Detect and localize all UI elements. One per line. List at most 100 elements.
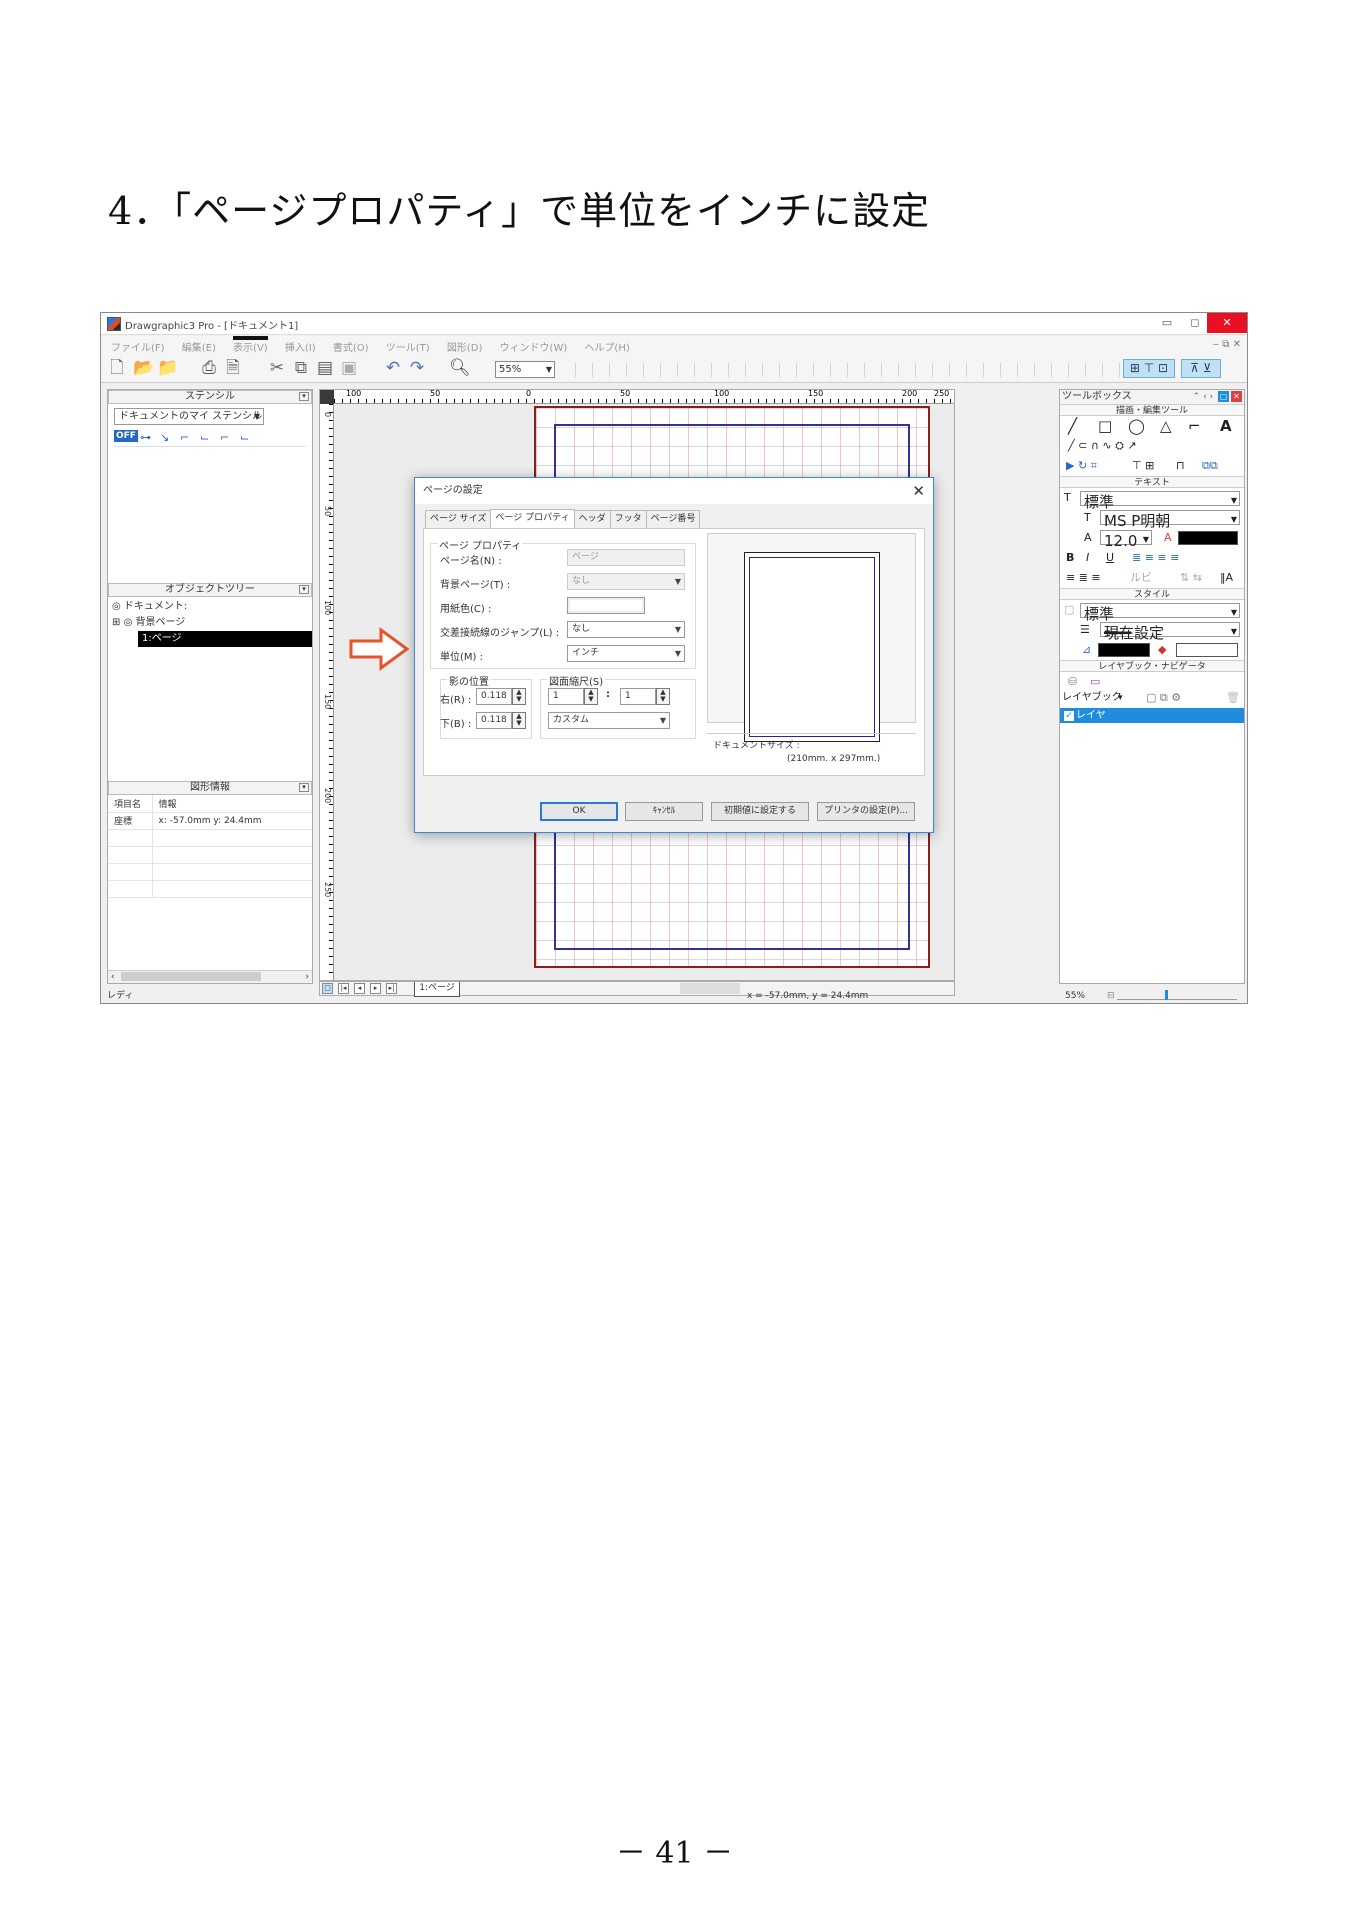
unit-select[interactable]: インチ ▼ (567, 645, 685, 662)
style-select[interactable]: 標準 ▼ (1080, 603, 1240, 623)
connector-icon[interactable]: ⊶ (140, 431, 151, 444)
tab-page-size[interactable]: ページ サイズ (425, 510, 492, 528)
scale-a-field[interactable]: 1 (548, 688, 584, 705)
spacing-icon[interactable]: ⇅ ⇆ (1180, 569, 1202, 587)
shadow-bottom-field[interactable]: 0.118 (476, 712, 512, 729)
scroll-right-icon[interactable]: › (305, 971, 309, 983)
print-icon[interactable]: ⎙ (199, 358, 219, 378)
page-name-field[interactable]: ページ (567, 549, 685, 566)
italic-icon[interactable]: I (1086, 549, 1089, 567)
pin-icon[interactable]: ▾ (299, 585, 309, 594)
undo-icon[interactable]: ↶ (383, 358, 403, 378)
copy-icon[interactable]: ⧉ (291, 358, 311, 378)
close-icon[interactable]: ✕ (1231, 391, 1242, 402)
arrange-tools-icon[interactable]: ⧉⧉ (1202, 457, 1218, 475)
ok-button[interactable]: OK (540, 802, 618, 821)
toolbox-controls[interactable]: ⌃ ‹ › ▢ ✕ (1193, 390, 1242, 404)
font-color-swatch[interactable] (1178, 531, 1238, 545)
vertical-text-icon[interactable]: ‖A (1220, 569, 1233, 587)
maximize-button[interactable]: ◻ (1181, 313, 1209, 333)
spinner-icon[interactable]: ▲ ▼ (512, 688, 526, 705)
paper-color-button[interactable] (567, 597, 645, 614)
fill-color-swatch[interactable] (1176, 643, 1238, 657)
ruby-icon[interactable]: ルビ (1130, 569, 1152, 587)
text-tool-icon[interactable]: A (1220, 417, 1232, 435)
reset-default-button[interactable]: 初期値に設定する (711, 802, 809, 821)
stencil-select[interactable]: ドキュメントのマイ ステンシル ▼ (114, 408, 264, 425)
cut-icon[interactable]: ✂ (267, 358, 287, 378)
vertical-ruler[interactable]: 0 50 100 150 200 250 (320, 404, 334, 980)
scale-type-select[interactable]: カスタム ▼ (548, 712, 670, 729)
print-preview-icon[interactable]: 🗎 (223, 358, 243, 378)
tree-root[interactable]: ◎ ドキュメント: (108, 599, 312, 615)
fit-page-icon[interactable]: ⊟ (1107, 987, 1115, 1003)
line-style-select[interactable]: ━━━ 現在設定 ▼ (1100, 622, 1240, 642)
snap-toggle-buttons[interactable]: ⊼ ⊻ (1181, 359, 1221, 378)
ruler-corner[interactable] (320, 390, 334, 404)
polygon-tool-icon[interactable]: △ (1160, 417, 1172, 435)
spinner-icon[interactable]: ▲ ▼ (512, 712, 526, 729)
minimize-button[interactable]: ▭ (1153, 313, 1181, 333)
horizontal-ruler[interactable]: 100 50 0 50 100 150 200 250 (334, 390, 954, 404)
line-tool-icon[interactable]: ╱ (1068, 417, 1077, 435)
tree-page-selected[interactable]: 1:ページ (138, 631, 312, 647)
connector-icon[interactable]: ⌙ (240, 431, 249, 444)
layerbook-label[interactable]: レイヤブック (1062, 689, 1122, 707)
font-size-select[interactable]: 12.0 ▼ (1100, 530, 1152, 550)
connector-icon[interactable]: ⌐ (180, 431, 189, 444)
chevron-down-icon[interactable]: ▾ (1118, 689, 1123, 707)
ellipse-tool-icon[interactable]: ◯ (1128, 417, 1145, 435)
underline-icon[interactable]: U (1106, 549, 1114, 567)
tab-header[interactable]: ヘッダ (573, 510, 611, 528)
open-folder-icon[interactable]: 📂 (133, 358, 154, 378)
connector-icon[interactable]: ↘ (160, 431, 169, 444)
redo-icon[interactable]: ↷ (407, 358, 427, 378)
shadow-right-field[interactable]: 0.118 (476, 688, 512, 705)
printer-settings-button[interactable]: プリンタの設定(P)... (817, 802, 915, 821)
new-document-icon[interactable]: 🗋 (107, 358, 127, 378)
tab-footer[interactable]: フッタ (609, 510, 647, 528)
paste-icon[interactable]: ▤ (315, 358, 335, 378)
font-select[interactable]: MS P明朝 ▼ (1100, 510, 1240, 530)
scroll-left-icon[interactable]: ‹ (111, 972, 115, 982)
select-tool-icon[interactable]: ▶ ↻ ⌗ (1066, 457, 1097, 475)
float-icon[interactable]: ▢ (1218, 391, 1229, 402)
zoom-slider[interactable] (1117, 990, 1237, 1000)
bold-icon[interactable]: B (1066, 549, 1074, 567)
scroll-thumb[interactable] (120, 972, 261, 981)
check-icon[interactable]: ✓ (1064, 711, 1074, 721)
font-color-icon[interactable]: A (1164, 529, 1172, 547)
paste-special-icon[interactable]: ▣ (339, 358, 359, 378)
jump-select[interactable]: なし ▼ (567, 621, 685, 638)
zoom-slider-thumb[interactable] (1165, 990, 1168, 1000)
left-panel-scrollbar[interactable]: ‹ › (108, 970, 312, 983)
tab-page-number[interactable]: ページ番号 (645, 510, 701, 528)
off-badge[interactable]: OFF (114, 430, 138, 442)
zoom-select[interactable]: 55% ▼ (495, 361, 555, 378)
scale-b-field[interactable]: 1 (620, 688, 656, 705)
layer-item[interactable]: ✓ レイヤ (1060, 708, 1244, 723)
tree-background-page[interactable]: ⊞ ◎ 背景ページ (108, 615, 312, 631)
mdi-controls[interactable]: ‒ ⧉ ✕ (1213, 336, 1241, 353)
pin-icon[interactable]: ▾ (299, 392, 309, 401)
group-tools-icon[interactable]: ⊓ (1176, 457, 1185, 475)
delete-layer-icon[interactable]: 🗑 (1226, 689, 1240, 707)
grid-toggle-buttons[interactable]: ⊞ ⊤ ⊡ (1123, 359, 1175, 378)
cancel-button[interactable]: ｷｬﾝｾﾙ (625, 802, 703, 821)
spinner-icon[interactable]: ▲ ▼ (584, 688, 598, 705)
zoom-icon[interactable]: 🔍︎ (449, 358, 471, 378)
save-icon[interactable]: 📁 (157, 358, 178, 378)
fill-color-icon[interactable]: ◆ (1158, 641, 1166, 659)
pin-icon[interactable]: ▾ (299, 783, 309, 792)
background-page-select[interactable]: なし ▼ (567, 573, 685, 590)
rectangle-tool-icon[interactable]: □ (1098, 417, 1112, 435)
connector-tool-icon[interactable]: ⌐ (1188, 417, 1201, 435)
freehand-tool-icon[interactable]: ╱ ⊂ ∩ ∿ ⛭ ↗ (1068, 437, 1137, 455)
para-align-icon[interactable]: ≡ ≣ ≡ (1066, 569, 1101, 587)
close-button[interactable]: ✕ (1207, 313, 1247, 333)
text-style-select[interactable]: 標準 ▼ (1080, 491, 1240, 511)
align-tools-icon[interactable]: ⊤ ⊞ (1132, 457, 1154, 475)
line-color-icon[interactable]: ⊿ (1082, 641, 1091, 659)
close-icon[interactable]: ✕ (912, 478, 925, 504)
new-layer-icon[interactable]: ▢ ⧉ ⚙ (1146, 689, 1181, 707)
